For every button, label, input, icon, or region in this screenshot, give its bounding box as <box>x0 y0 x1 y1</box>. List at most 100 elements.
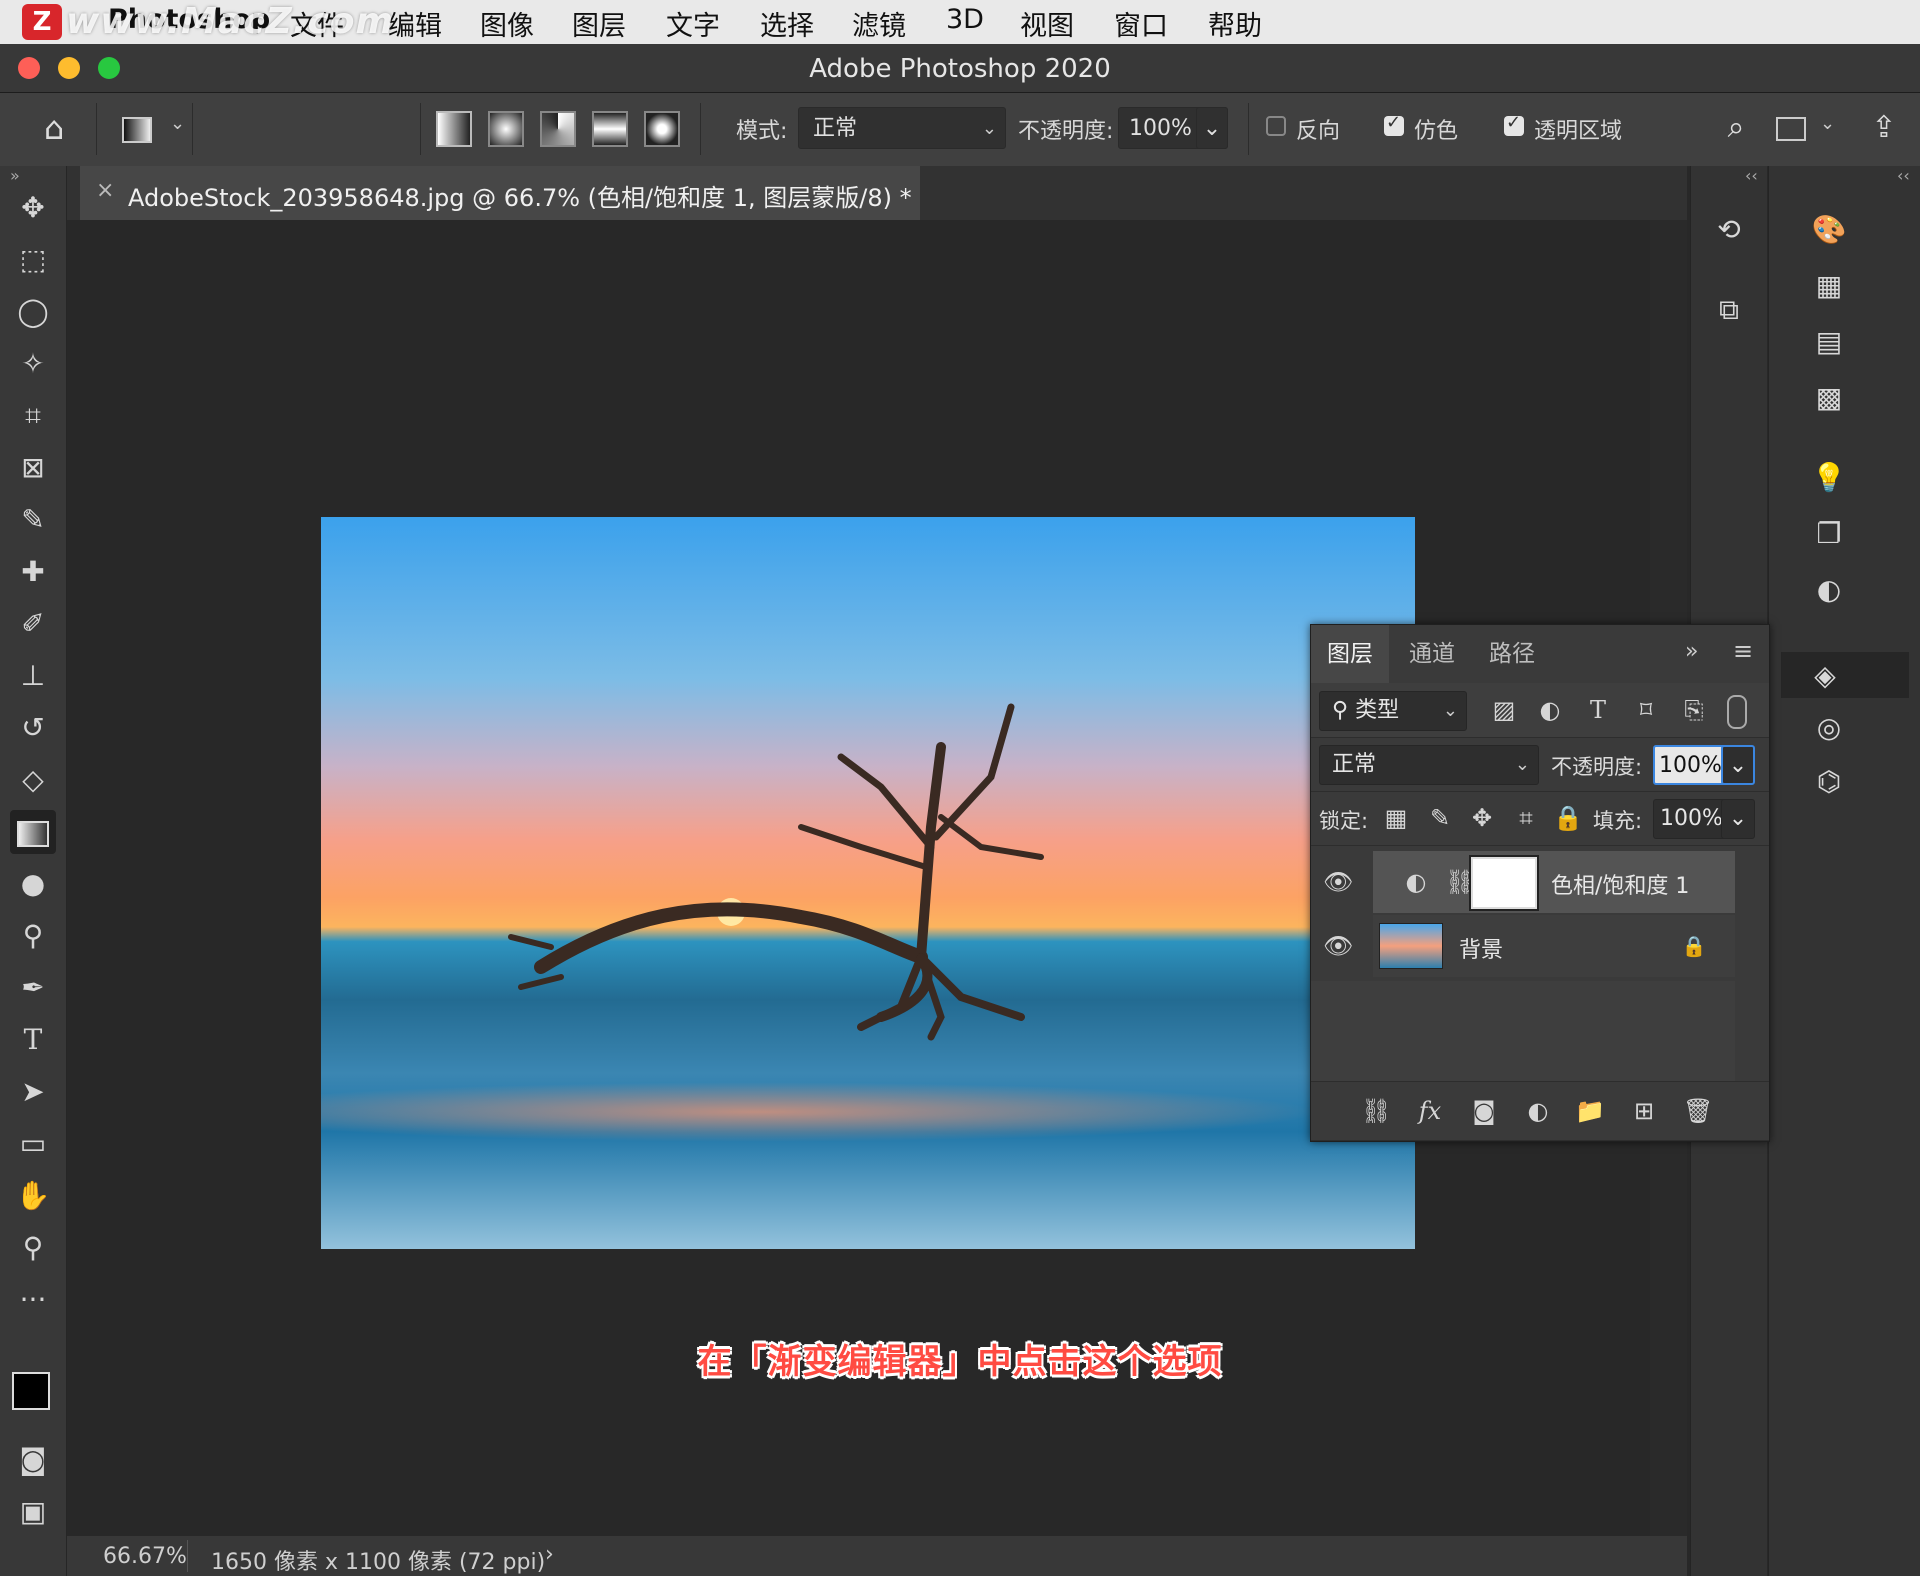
menu-filter[interactable]: 滤镜 <box>852 4 906 43</box>
lock-artboard-icon[interactable]: ⌗ <box>1511 803 1541 833</box>
lock-position-icon[interactable]: ✥ <box>1467 803 1497 833</box>
diamond-gradient-button[interactable] <box>644 111 680 147</box>
more-tools-icon[interactable]: ··· <box>10 1278 56 1322</box>
layers-panel-tab-active[interactable]: ◈ <box>1781 652 1909 698</box>
blur-tool-icon[interactable]: ● <box>10 862 56 906</box>
document-tab[interactable]: × AdobeStock_203958648.jpg @ 66.7% (色相/饱… <box>80 166 920 220</box>
home-icon[interactable]: ⌂ <box>36 111 72 147</box>
chevron-down-icon[interactable]: ⌄ <box>170 113 206 149</box>
clone-stamp-icon[interactable]: ⊥ <box>10 654 56 698</box>
magic-wand-icon[interactable]: ✧ <box>10 342 56 386</box>
share-icon[interactable]: ⇪ <box>1866 111 1902 147</box>
new-adjustment-icon[interactable]: ◐ <box>1523 1096 1553 1126</box>
menu-view[interactable]: 视图 <box>1020 4 1074 43</box>
fill-dropdown[interactable]: ⌄ <box>1721 799 1755 839</box>
filter-pixel-icon[interactable]: ▨ <box>1489 695 1519 725</box>
gradient-tool-icon[interactable] <box>10 810 56 854</box>
transparency-checkbox[interactable] <box>1504 112 1524 136</box>
quick-mask-icon[interactable]: ◙ <box>10 1438 56 1482</box>
filter-shape-icon[interactable]: ⌑ <box>1631 695 1661 725</box>
marquee-tool-icon[interactable]: ⬚ <box>10 238 56 282</box>
menu-window[interactable]: 窗口 <box>1114 4 1168 43</box>
new-layer-icon[interactable]: ⊞ <box>1629 1096 1659 1126</box>
angle-gradient-button[interactable] <box>540 111 576 147</box>
collapse-icon[interactable]: » <box>10 166 20 185</box>
lasso-tool-icon[interactable]: ◯ <box>10 290 56 334</box>
channels-panel-icon[interactable]: ◎ <box>1809 708 1849 748</box>
history-panel-icon[interactable]: ⟲ <box>1709 210 1749 250</box>
menu-select[interactable]: 选择 <box>760 4 814 43</box>
move-tool-icon[interactable]: ✥ <box>10 186 56 230</box>
layer-thumbnail[interactable] <box>1379 923 1443 969</box>
menu-layer[interactable]: 图层 <box>572 4 626 43</box>
swatches-panel-icon[interactable]: ▦ <box>1809 266 1849 306</box>
lock-all-icon[interactable]: 🔒 <box>1553 803 1583 833</box>
filter-adjustment-icon[interactable]: ◐ <box>1535 695 1565 725</box>
layer-row[interactable]: 👁 ◐ ⛓ 色相/饱和度 1 <box>1311 851 1735 913</box>
link-layers-icon[interactable]: ⛓ <box>1361 1096 1391 1126</box>
menu-help[interactable]: 帮助 <box>1208 4 1262 43</box>
tool-preset-icon[interactable] <box>122 117 152 143</box>
linear-gradient-button[interactable] <box>436 111 472 147</box>
filter-type-icon[interactable]: T <box>1583 695 1613 725</box>
opacity-dropdown[interactable]: ⌄ <box>1196 107 1228 149</box>
brush-tool-icon[interactable]: ✐ <box>10 602 56 646</box>
paths-panel-icon[interactable]: ⌬ <box>1809 762 1849 802</box>
frame-tool-icon[interactable]: ⊠ <box>10 446 56 490</box>
crop-tool-icon[interactable]: ⌗ <box>10 394 56 438</box>
lock-pixels-icon[interactable]: ✎ <box>1425 803 1455 833</box>
reflected-gradient-button[interactable] <box>592 111 628 147</box>
layer-name[interactable]: 背景 <box>1459 932 1503 964</box>
patterns-panel-icon[interactable]: ▩ <box>1809 378 1849 418</box>
learn-panel-icon[interactable]: 💡 <box>1809 458 1849 498</box>
mode-select[interactable]: 正常 ⌄ <box>798 107 1006 149</box>
color-palette-icon[interactable]: 🎨 <box>1809 210 1849 250</box>
document-image[interactable] <box>321 517 1415 1249</box>
tab-paths[interactable]: 路径 <box>1473 625 1551 683</box>
pen-tool-icon[interactable]: ✒ <box>10 966 56 1010</box>
close-tab-icon[interactable]: × <box>96 178 114 203</box>
eye-icon[interactable]: 👁 <box>1323 931 1353 961</box>
panel-expand-icon[interactable]: » <box>1685 639 1698 664</box>
search-icon[interactable]: ⌕ <box>1718 111 1754 147</box>
filter-smart-object-icon[interactable]: ⎘ <box>1679 695 1709 725</box>
blend-mode-select[interactable]: 正常 ⌄ <box>1319 745 1539 785</box>
lock-transparent-icon[interactable]: ▦ <box>1381 803 1411 833</box>
fx-icon[interactable]: fx <box>1415 1096 1445 1126</box>
layer-row[interactable]: 👁 背景 🔒 <box>1311 915 1735 977</box>
collapse-icon[interactable]: ‹‹ <box>1897 166 1910 185</box>
hand-tool-icon[interactable]: ✋ <box>10 1174 56 1218</box>
eraser-tool-icon[interactable]: ◇ <box>10 758 56 802</box>
eye-icon[interactable]: 👁 <box>1323 867 1353 897</box>
menu-type[interactable]: 文字 <box>666 4 720 43</box>
collapse-icon[interactable]: ‹‹ <box>1745 166 1758 185</box>
layer-name[interactable]: 色相/饱和度 1 <box>1551 868 1689 900</box>
new-group-icon[interactable]: 📁 <box>1575 1096 1605 1126</box>
radial-gradient-button[interactable] <box>488 111 524 147</box>
layer-filter-select[interactable]: ⚲ 类型 ⌄ <box>1319 691 1467 731</box>
gradients-panel-icon[interactable]: ▤ <box>1809 322 1849 362</box>
zoom-tool-icon[interactable]: ⚲ <box>10 1226 56 1270</box>
reverse-checkbox[interactable] <box>1266 116 1286 136</box>
path-selection-icon[interactable]: ➤ <box>10 1070 56 1114</box>
dodge-tool-icon[interactable]: ⚲ <box>10 914 56 958</box>
chevron-right-icon[interactable]: › <box>545 1542 554 1567</box>
healing-brush-icon[interactable]: ✚ <box>10 550 56 594</box>
rectangle-tool-icon[interactable]: ▭ <box>10 1122 56 1166</box>
3d-panel-icon[interactable]: ⧉ <box>1709 290 1749 330</box>
tab-layers[interactable]: 图层 <box>1311 625 1389 683</box>
add-mask-icon[interactable]: ◙ <box>1469 1096 1499 1126</box>
eyedropper-tool-icon[interactable]: ✎ <box>10 498 56 542</box>
dither-checkbox[interactable] <box>1384 112 1404 136</box>
filter-toggle[interactable] <box>1727 695 1747 729</box>
delete-layer-icon[interactable]: 🗑 <box>1683 1096 1713 1126</box>
zoom-level[interactable]: 66.67% <box>103 1544 187 1569</box>
workspace-icon[interactable] <box>1776 117 1806 141</box>
screen-mode-icon[interactable]: ▣ <box>10 1490 56 1534</box>
menu-image[interactable]: 图像 <box>480 4 534 43</box>
type-tool-icon[interactable]: T <box>10 1018 56 1062</box>
adjustments-panel-icon[interactable]: ◐ <box>1809 570 1849 610</box>
chevron-down-icon[interactable]: ⌄ <box>1820 113 1856 149</box>
libraries-panel-icon[interactable]: ❐ <box>1809 514 1849 554</box>
menu-3d[interactable]: 3D <box>946 4 984 35</box>
